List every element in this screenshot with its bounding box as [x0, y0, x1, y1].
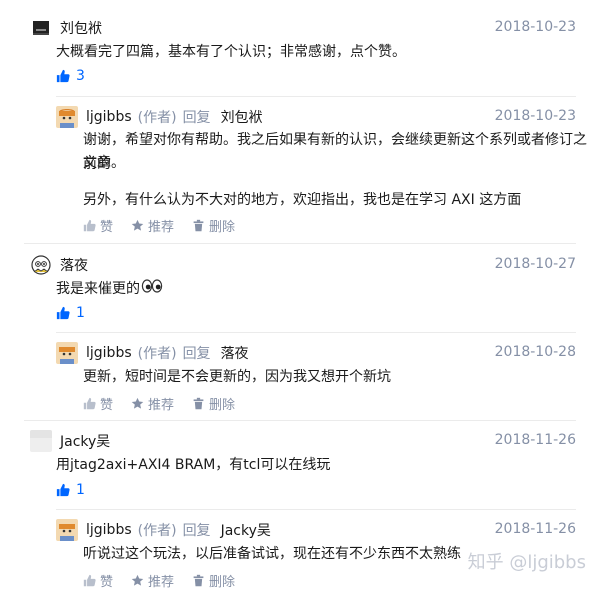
comment-text: 大概看完了四篇，基本有了个认识；非常感谢，点个赞。: [56, 44, 406, 60]
like-count: 1: [76, 305, 85, 321]
like-count: 1: [76, 482, 85, 498]
thumb-up-icon: [83, 574, 96, 587]
watermark: 知乎 @ljgibbs: [467, 552, 586, 573]
comment-text: 用jtag2axi+AXI4 BRAM，有tcl可以在线玩: [56, 457, 331, 473]
reply-date: 2018-10-28: [494, 344, 576, 360]
reply-label: 回复: [182, 110, 211, 126]
thumb-up-icon: [83, 397, 96, 410]
recommend-label: 推荐: [148, 220, 175, 235]
delete-button[interactable]: 删除: [192, 394, 235, 413]
trash-icon: [193, 219, 204, 232]
reply-date: 2018-11-26: [494, 521, 576, 537]
like-label: 赞: [100, 575, 114, 590]
delete-button[interactable]: 删除: [192, 216, 235, 235]
star-icon: [131, 574, 144, 586]
reply-target[interactable]: Jacky吴: [221, 520, 271, 540]
like-label: 赞: [100, 398, 114, 413]
avatar[interactable]: [56, 519, 78, 541]
delete-label: 删除: [209, 220, 236, 235]
trash-icon: [193, 574, 204, 587]
divider: [24, 243, 576, 244]
reply-actions: 赞 推荐 删除: [83, 394, 253, 413]
avatar[interactable]: [56, 342, 78, 364]
comment-author[interactable]: 落夜: [60, 255, 88, 275]
comment-text-wrap: 我是来催更的: [56, 277, 163, 301]
avatar[interactable]: [30, 254, 52, 276]
comment-text: 我是来催更的: [56, 281, 140, 297]
recommend-button[interactable]: 推荐: [131, 216, 174, 235]
author-tag: (作者): [137, 523, 177, 539]
recommend-button[interactable]: 推荐: [131, 571, 174, 590]
reply-label: 回复: [182, 346, 211, 362]
divider: [56, 332, 576, 333]
thumb-up-icon: [56, 483, 70, 497]
comment-date: 2018-11-26: [494, 432, 576, 448]
reply-text-line: 文章。: [83, 155, 125, 171]
reply-author[interactable]: ljgibbs: [86, 109, 132, 125]
like-count-button[interactable]: 1: [56, 482, 85, 498]
reply-actions: 赞 推荐 删除: [83, 571, 253, 590]
like-count-button[interactable]: 3: [56, 68, 85, 84]
reply-text-line: 谢谢，希望对你有帮助。我之后如果有新的认识，会继续更新这个系列或者修订之前的: [83, 132, 587, 172]
divider: [56, 96, 576, 97]
star-icon: [131, 397, 144, 409]
reply-text-line: 另外，有什么认为不大对的地方，欢迎指出，我也是在学习 AXI 这方面: [83, 192, 522, 208]
divider: [56, 509, 576, 510]
avatar[interactable]: [30, 17, 52, 39]
reply-actions: 赞 推荐 删除: [83, 216, 253, 235]
like-button[interactable]: 赞: [83, 394, 113, 413]
comment-date: 2018-10-27: [494, 256, 576, 272]
delete-button[interactable]: 删除: [192, 571, 235, 590]
delete-label: 删除: [209, 398, 236, 413]
like-button[interactable]: 赞: [83, 216, 113, 235]
reply-target[interactable]: 刘包袱: [221, 107, 263, 127]
author-tag: (作者): [137, 346, 177, 362]
trash-icon: [193, 397, 204, 410]
reply-date: 2018-10-23: [494, 108, 576, 124]
eyes-emoji-icon: [141, 277, 163, 301]
reply-text-line: 听说过这个玩法，以后准备试试，现在还有不少东西不太熟练: [83, 546, 461, 562]
recommend-label: 推荐: [148, 398, 175, 413]
avatar[interactable]: [56, 106, 78, 128]
reply-author[interactable]: ljgibbs: [86, 345, 132, 361]
comment-author[interactable]: Jacky吴: [60, 431, 110, 451]
reply-target[interactable]: 落夜: [221, 343, 249, 363]
comment-author[interactable]: 刘包袱: [60, 18, 102, 38]
like-count: 3: [76, 68, 85, 84]
recommend-label: 推荐: [148, 575, 175, 590]
reply-text-line: 更新，短时间是不会更新的，因为我又想开个新坑: [83, 369, 391, 385]
like-label: 赞: [100, 220, 114, 235]
thumb-up-icon: [56, 69, 70, 83]
comment-date: 2018-10-23: [494, 19, 576, 35]
recommend-button[interactable]: 推荐: [131, 394, 174, 413]
star-icon: [131, 219, 144, 231]
thumb-up-icon: [83, 219, 96, 232]
reply-author[interactable]: ljgibbs: [86, 522, 132, 538]
like-button[interactable]: 赞: [83, 571, 113, 590]
divider: [24, 420, 576, 421]
reply-label: 回复: [182, 523, 211, 539]
author-tag: (作者): [137, 110, 177, 126]
thumb-up-icon: [56, 306, 70, 320]
delete-label: 删除: [209, 575, 236, 590]
avatar[interactable]: [30, 430, 52, 452]
like-count-button[interactable]: 1: [56, 305, 85, 321]
